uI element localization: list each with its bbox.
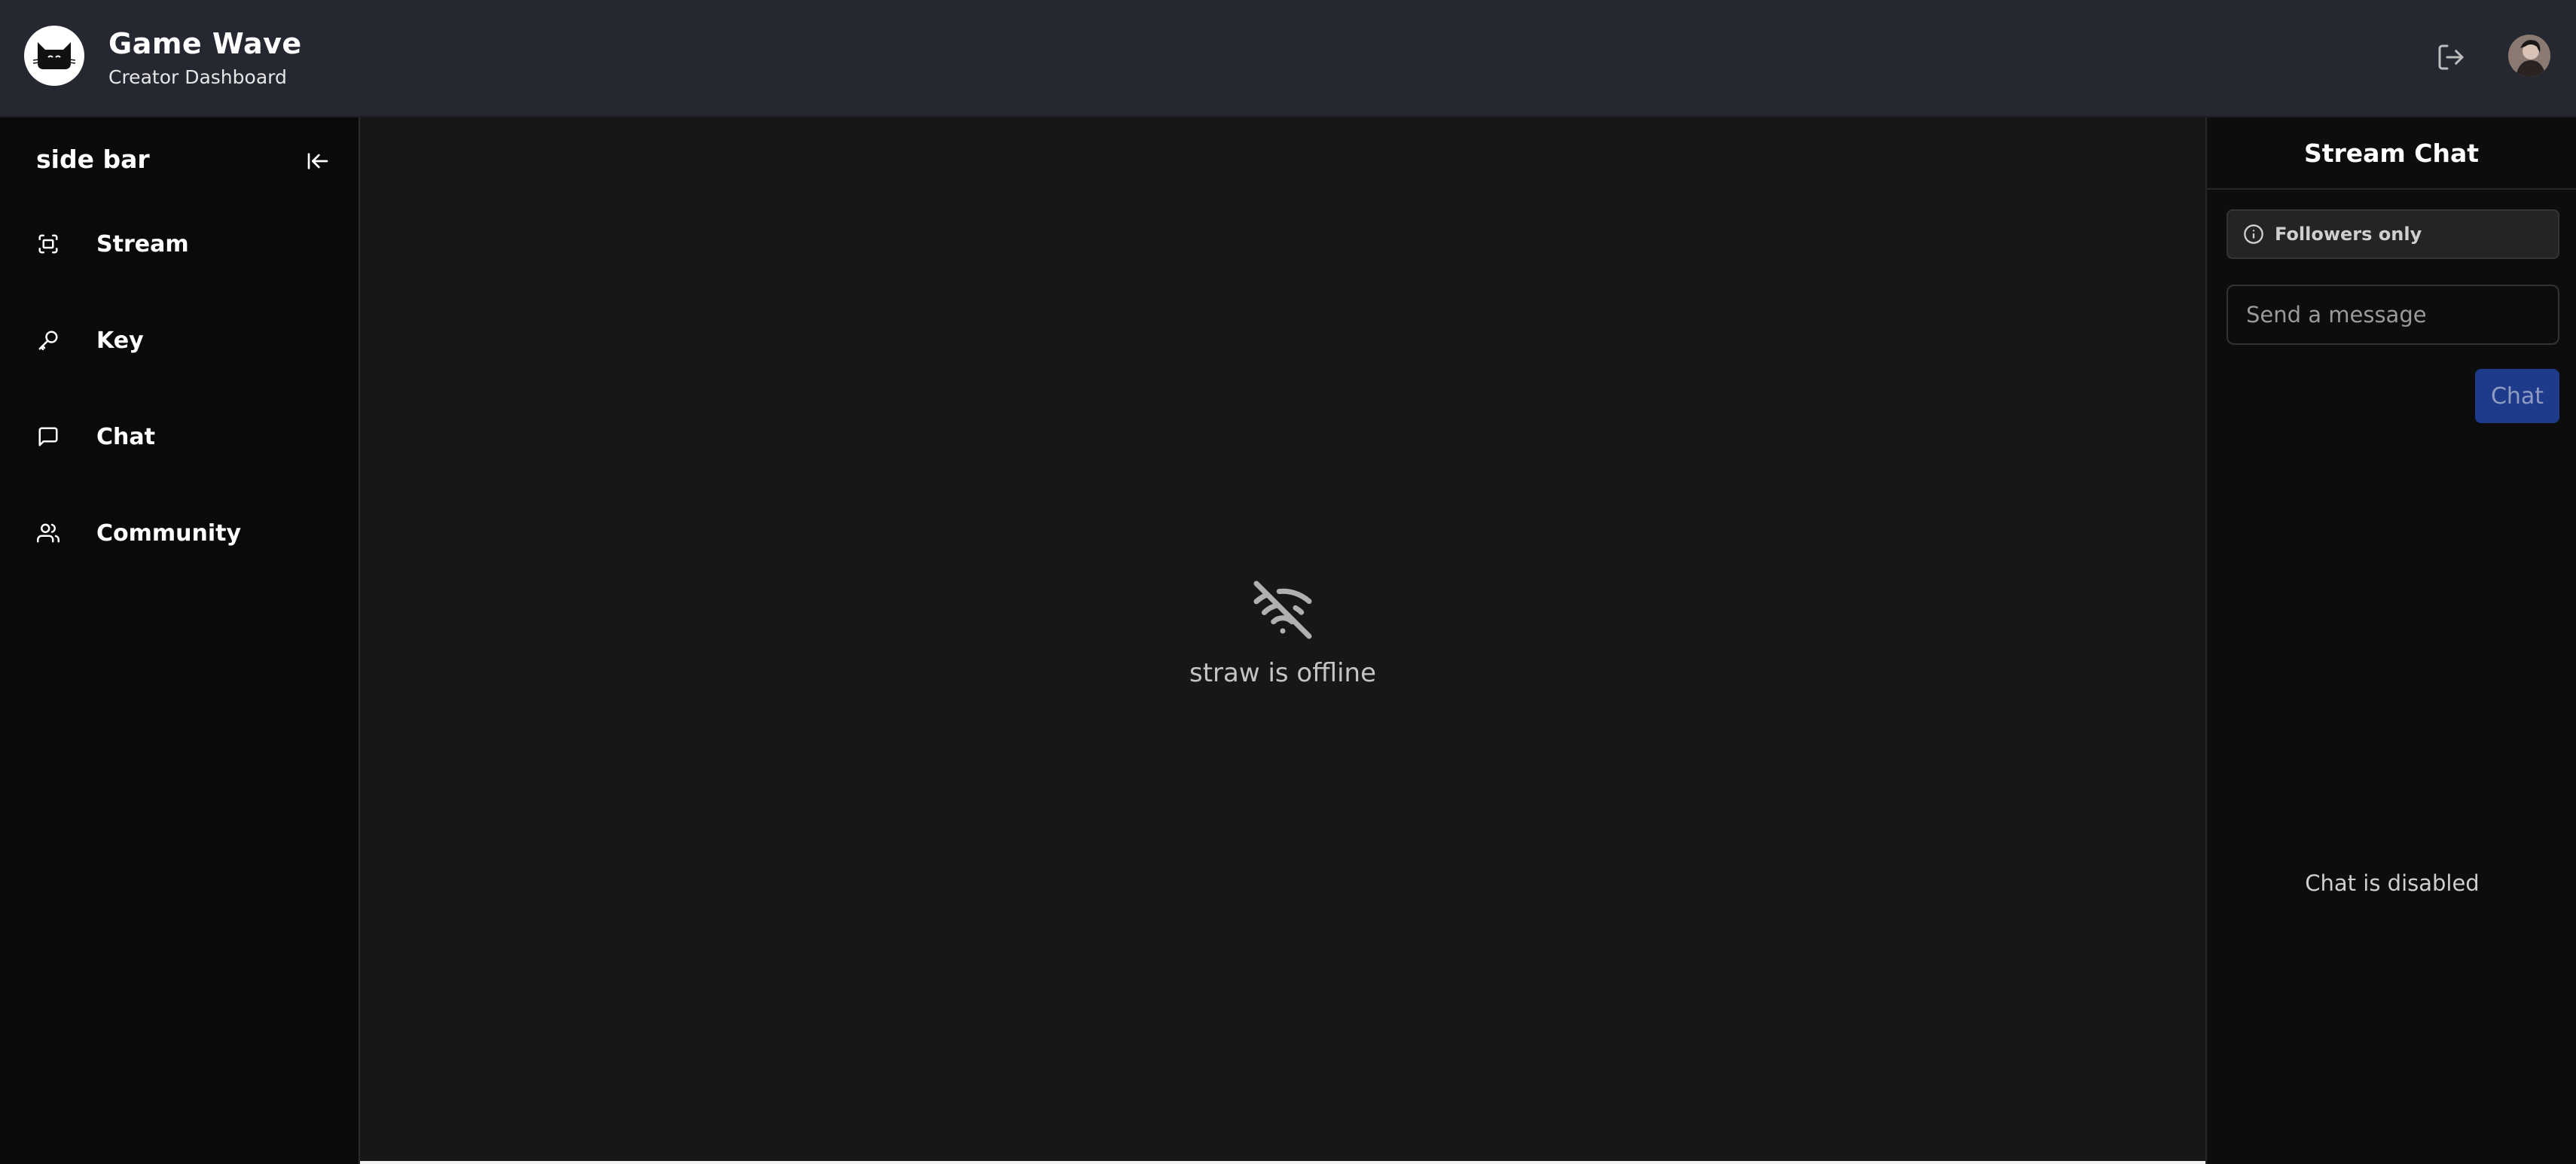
sidebar-item-label: Stream (96, 230, 189, 257)
logout-icon (2438, 44, 2464, 70)
fullscreen-icon (18, 233, 78, 255)
logout-button[interactable] (2434, 41, 2468, 74)
stream-chat-panel: Stream Chat Followers only Chat Chat is … (2205, 117, 2576, 1164)
user-avatar[interactable] (2508, 35, 2550, 77)
followers-only-banner: Followers only (2227, 209, 2559, 259)
info-icon (2244, 224, 2263, 244)
sidebar-item-label: Key (96, 327, 144, 354)
cat-logo-icon[interactable] (24, 26, 84, 86)
sidebar-item-label: Chat (96, 423, 155, 450)
arrow-left-to-line-icon (307, 153, 328, 169)
message-square-icon (18, 425, 78, 448)
offline-state: straw is offline (360, 578, 2205, 688)
brand: Game Wave Creator Dashboard (108, 26, 302, 88)
users-icon (18, 522, 78, 544)
app-title: Game Wave (108, 27, 302, 60)
sidebar-item-community[interactable]: Community (18, 500, 342, 566)
chat-title: Stream Chat (2207, 117, 2576, 190)
message-input[interactable] (2227, 285, 2559, 345)
sidebar-item-label: Community (96, 520, 242, 547)
sidebar: side bar Stream Key Chat Community (0, 117, 360, 1164)
collapse-sidebar-button[interactable] (301, 145, 334, 178)
sidebar-item-key[interactable]: Key (18, 307, 342, 373)
wifi-off-icon (1253, 580, 1312, 639)
app-subtitle: Creator Dashboard (108, 66, 287, 88)
send-chat-button[interactable]: Chat (2475, 369, 2559, 423)
offline-message: straw is offline (1189, 658, 1377, 688)
top-navbar: Game Wave Creator Dashboard (0, 0, 2576, 117)
sidebar-title: side bar (36, 145, 150, 174)
key-icon (18, 329, 78, 352)
sidebar-item-stream[interactable]: Stream (18, 211, 342, 277)
followers-only-label: Followers only (2275, 224, 2422, 245)
chat-disabled-message: Chat is disabled (2305, 870, 2480, 896)
stream-player: straw is offline (360, 117, 2205, 1164)
divider (360, 1161, 2205, 1164)
sidebar-item-chat[interactable]: Chat (18, 404, 342, 470)
